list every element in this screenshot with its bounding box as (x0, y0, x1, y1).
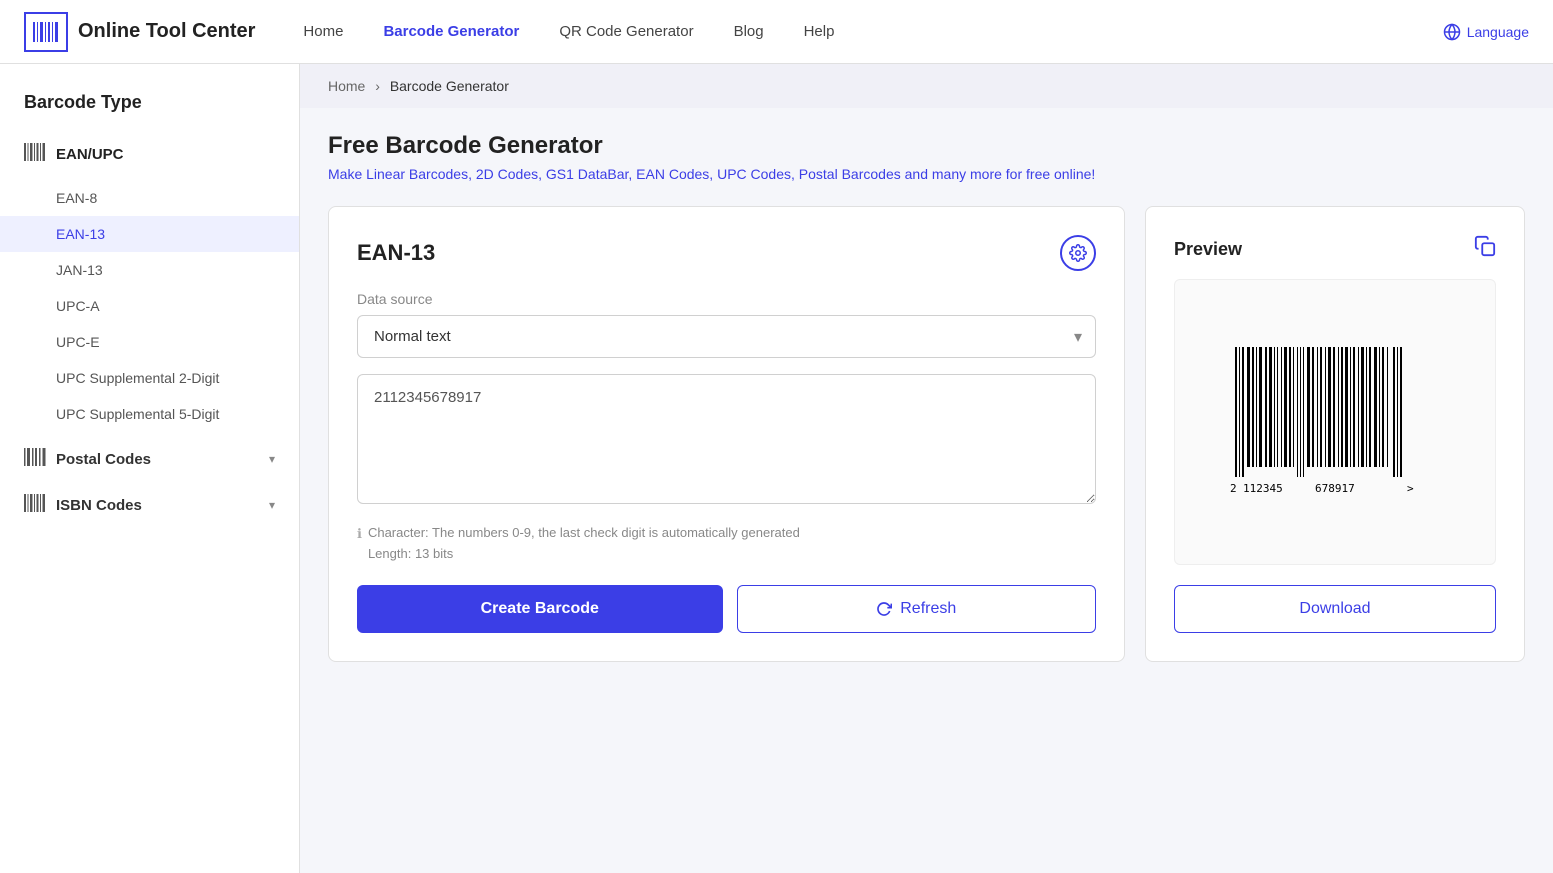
main-nav: Home Barcode Generator QR Code Generator… (303, 23, 1442, 40)
svg-text:2: 2 (1230, 482, 1237, 495)
main-content: Home › Barcode Generator Free Barcode Ge… (300, 64, 1553, 873)
sidebar-item-upca[interactable]: UPC-A (0, 288, 299, 324)
sidebar-item-ean8[interactable]: EAN-8 (0, 180, 299, 216)
nav-help[interactable]: Help (804, 23, 835, 40)
sidebar-category-label-postal: Postal Codes (56, 451, 151, 468)
sidebar-item-upce[interactable]: UPC-E (0, 324, 299, 360)
preview-card: Preview (1145, 206, 1525, 662)
breadcrumb-current: Barcode Generator (390, 78, 509, 94)
svg-text:>: > (1407, 482, 1414, 495)
sidebar-item-jan13[interactable]: JAN-13 (0, 252, 299, 288)
data-source-label: Data source (357, 291, 1096, 307)
data-source-select[interactable]: Normal text Hex Base64 (357, 315, 1096, 358)
copy-icon (1474, 235, 1496, 257)
sidebar: Barcode Type EAN/UPC EAN-8 EAN-13 JAN-13 (0, 64, 300, 873)
content-area: Free Barcode Generator Make Linear Barco… (300, 108, 1553, 686)
logo[interactable]: Online Tool Center (24, 12, 255, 52)
button-row: Create Barcode Refresh (357, 585, 1096, 633)
settings-icon (1069, 244, 1087, 262)
barcode-preview: 2 112345 678917 > (1174, 279, 1496, 565)
header: Online Tool Center Home Barcode Generato… (0, 0, 1553, 64)
logo-icon (24, 12, 68, 52)
sidebar-category-postal[interactable]: Postal Codes ▾ (0, 436, 299, 482)
ean-upc-items: EAN-8 EAN-13 JAN-13 UPC-A UPC-E UPC Supp… (0, 176, 299, 436)
create-barcode-button[interactable]: Create Barcode (357, 585, 723, 633)
two-col-layout: EAN-13 Data source Normal text Hex (328, 206, 1525, 662)
generator-card: EAN-13 Data source Normal text Hex (328, 206, 1125, 662)
page-body: Barcode Type EAN/UPC EAN-8 EAN-13 JAN-13 (0, 64, 1553, 873)
refresh-button[interactable]: Refresh (737, 585, 1097, 633)
data-source-wrapper: Normal text Hex Base64 ▾ (357, 315, 1096, 358)
nav-qr-generator[interactable]: QR Code Generator (559, 23, 693, 40)
isbn-icon (24, 494, 46, 516)
chevron-down-icon-isbn: ▾ (269, 498, 275, 512)
barcode-input[interactable]: 2112345678917 (357, 374, 1096, 504)
preview-header: Preview (1174, 235, 1496, 263)
chevron-down-icon: ▾ (269, 452, 275, 466)
nav-blog[interactable]: Blog (734, 23, 764, 40)
svg-text:112345: 112345 (1243, 482, 1283, 495)
sidebar-title: Barcode Type (0, 92, 299, 133)
nav-home[interactable]: Home (303, 23, 343, 40)
page-subtitle: Make Linear Barcodes, 2D Codes, GS1 Data… (328, 166, 1525, 182)
sidebar-item-upc-supp-2[interactable]: UPC Supplemental 2-Digit (0, 360, 299, 396)
sidebar-category-label-ean: EAN/UPC (56, 146, 124, 163)
postal-link[interactable]: Postal Barcodes (799, 166, 901, 182)
breadcrumb-home[interactable]: Home (328, 78, 365, 94)
sidebar-item-ean13[interactable]: EAN-13 (0, 216, 299, 252)
barcode-category-icon (24, 143, 46, 166)
hint-text: ℹ Character: The numbers 0-9, the last c… (357, 523, 1096, 565)
card-header: EAN-13 (357, 235, 1096, 271)
sidebar-category-isbn[interactable]: ISBN Codes ▾ (0, 482, 299, 528)
logo-text: Online Tool Center (78, 20, 255, 43)
refresh-icon (876, 601, 892, 617)
card-title: EAN-13 (357, 240, 435, 266)
globe-icon (1443, 23, 1461, 41)
sidebar-item-upc-supp-5[interactable]: UPC Supplemental 5-Digit (0, 396, 299, 432)
sidebar-category-label-isbn: ISBN Codes (56, 497, 142, 514)
breadcrumb: Home › Barcode Generator (300, 64, 1553, 108)
sidebar-category-ean-upc: EAN/UPC (0, 133, 299, 176)
preview-title: Preview (1174, 239, 1242, 260)
postal-icon (24, 448, 46, 470)
barcode-image: 2 112345 678917 > (1225, 342, 1445, 502)
page-title: Free Barcode Generator (328, 132, 1525, 160)
language-button[interactable]: Language (1443, 23, 1529, 41)
download-button[interactable]: Download (1174, 585, 1496, 633)
svg-text:678917: 678917 (1315, 482, 1355, 495)
copy-button[interactable] (1474, 235, 1496, 263)
language-label: Language (1467, 24, 1529, 40)
breadcrumb-separator: › (375, 78, 384, 94)
settings-button[interactable] (1060, 235, 1096, 271)
info-icon: ℹ (357, 524, 362, 565)
nav-barcode-generator[interactable]: Barcode Generator (383, 23, 519, 40)
